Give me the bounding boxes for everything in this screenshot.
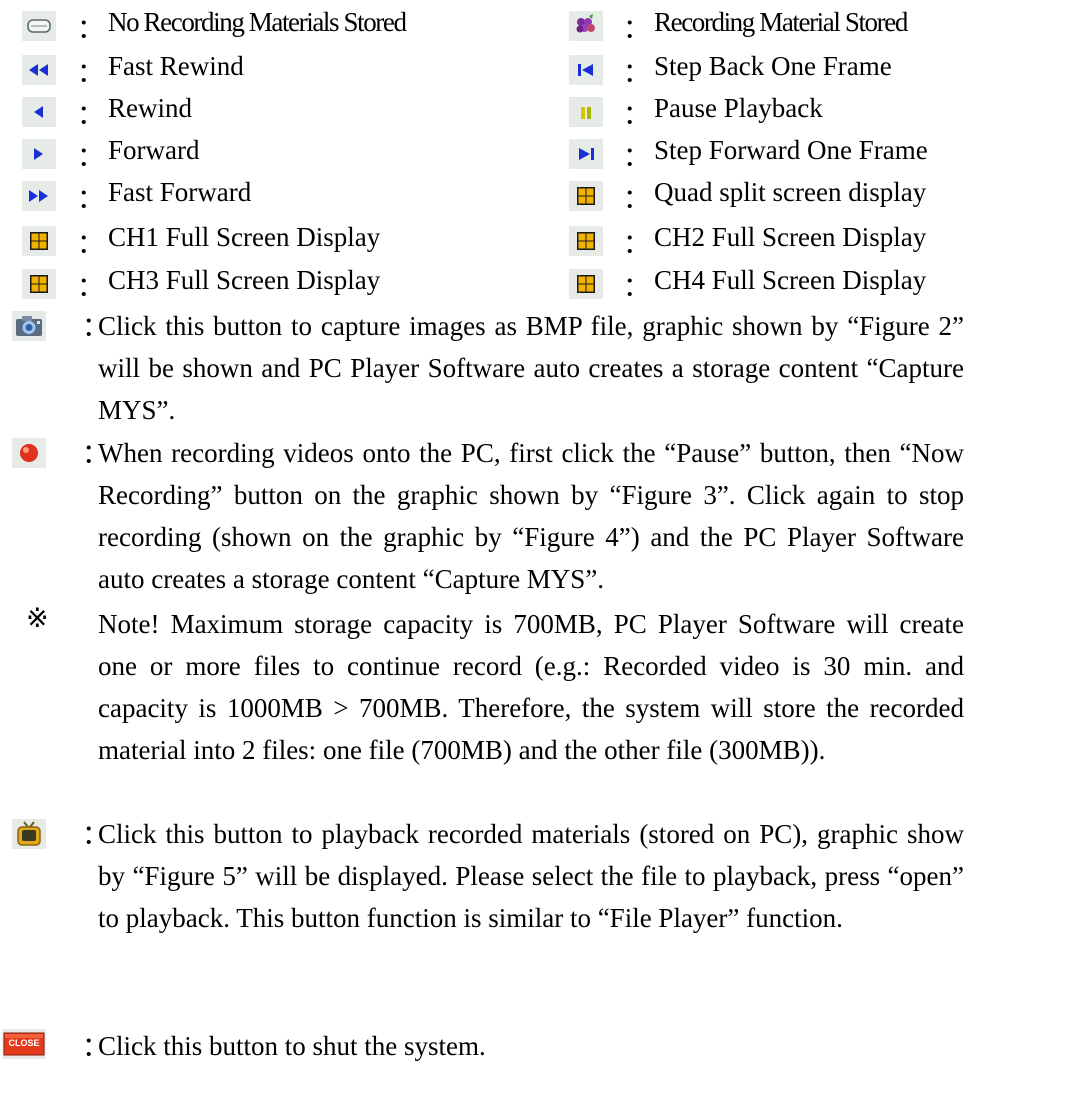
legend-label: Pause Playback [654,93,823,123]
legend-item: ： Fast Rewind [0,50,540,90]
legend-label: Fast Forward [108,177,252,207]
record-description: ： When recording videos onto the PC, fir… [0,432,1083,602]
colon: ： [77,272,104,302]
colon: ： [623,184,650,214]
legend-item: ： Quad split screen display [498,176,1038,216]
legend-label: Step Back One Frame [654,51,892,81]
legend-item: ： Pause Playback [498,92,1038,132]
colon: ： [77,100,104,130]
colon: ： [77,14,104,44]
pause-icon[interactable] [569,97,603,127]
close-description: CLOSE ： Click this button to shut the sy… [0,1025,1083,1075]
hard-disk-icon[interactable] [22,11,56,41]
legend-label: No Recording Materials Stored [108,7,407,37]
grape-icon[interactable] [569,11,603,41]
record-icon[interactable] [12,438,46,468]
ch3-grid-icon[interactable] [22,269,56,299]
legend-row: ： No Recording Materials Stored： Recording… [0,6,1083,46]
colon: ： [77,142,104,172]
colon: ： [623,272,650,302]
legend-label: Fast Rewind [108,51,244,81]
step-forward-icon[interactable] [569,139,603,169]
legend-item: ： Forward [0,134,540,174]
ch2-grid-icon[interactable] [569,226,603,256]
ch1-grid-icon[interactable] [22,226,56,256]
capture-description: ： Click this button to capture images as… [0,305,1083,435]
colon: ： [623,142,650,172]
legend-label: CH1 Full Screen Display [108,222,381,252]
note-text: Note! Maximum storage capacity is 700MB,… [98,609,964,765]
legend-row: ： Fast Rewind： Step Back One Frame [0,50,1083,90]
fast-rewind-icon[interactable] [22,55,56,85]
legend-item: ： Step Forward One Frame [498,134,1038,174]
playback-text: Click this button to playback recorded m… [98,819,964,933]
colon: ： [623,100,650,130]
legend-item: ： No Recording Materials Stored [0,6,540,46]
legend-item: ： CH1 Full Screen Display [0,221,540,261]
legend-row: ： Rewind： Pause Playback [0,92,1083,132]
legend-item: ： CH4 Full Screen Display [498,264,1038,304]
camera-icon[interactable] [12,311,46,341]
legend-label: CH3 Full Screen Display [108,265,381,295]
record-text: When recording videos onto the PC, first… [98,438,964,594]
close-button-icon[interactable]: CLOSE [2,1029,46,1059]
legend-item: ： Recording Material Stored [498,6,1038,46]
legend-label: Forward [108,135,200,165]
colon: ： [623,229,650,259]
capture-text: Click this button to capture images as B… [98,311,964,425]
note-description: ※ Note! Maximum storage capacity is 700M… [0,603,1083,773]
ch4-grid-icon[interactable] [569,269,603,299]
legend-label: Recording Material Stored [654,7,908,37]
colon: ： [77,184,104,214]
colon: ： [77,229,104,259]
fast-forward-icon[interactable] [22,181,56,211]
legend-row: ： Fast Forward： Quad split screen display [0,176,1083,216]
step-back-icon[interactable] [569,55,603,85]
tv-icon[interactable] [12,819,46,849]
close-text: Click this button to shut the system. [98,1031,486,1061]
note-mark: ※ [26,603,49,633]
legend-label: Quad split screen display [654,177,927,207]
legend-item: ： Rewind [0,92,540,132]
legend-item: ： CH3 Full Screen Display [0,264,540,304]
legend-row: ： Forward： Step Forward One Frame [0,134,1083,174]
legend-item: ： Fast Forward [0,176,540,216]
legend-row: ： CH1 Full Screen Display： CH2 Full Screen… [0,221,1083,261]
legend-item: ： Step Back One Frame [498,50,1038,90]
quad-split-icon[interactable] [569,181,603,211]
legend-row: ： CH3 Full Screen Display： CH4 Full Screen… [0,264,1083,304]
colon: ： [77,58,104,88]
colon: ： [623,58,650,88]
rewind-icon[interactable] [22,97,56,127]
legend-label: Step Forward One Frame [654,135,928,165]
colon: ： [623,14,650,44]
legend-item: ： CH2 Full Screen Display [498,221,1038,261]
forward-icon[interactable] [22,139,56,169]
playback-description: ： Click this button to playback recorded… [0,813,1083,983]
legend-label: CH4 Full Screen Display [654,265,927,295]
legend-label: Rewind [108,93,192,123]
legend-label: CH2 Full Screen Display [654,222,927,252]
close-icon-label: CLOSE [8,1038,40,1048]
